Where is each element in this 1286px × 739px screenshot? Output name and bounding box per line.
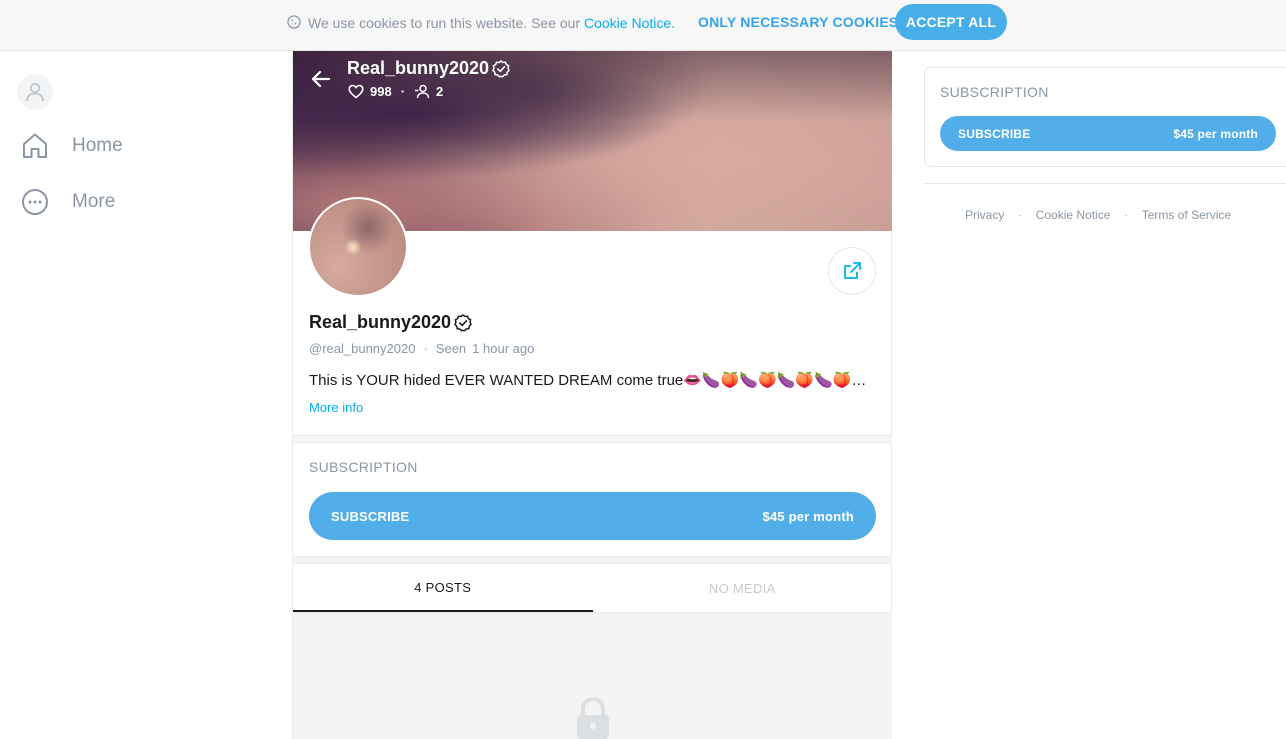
cover-stats: 998 · 2 xyxy=(348,84,443,99)
cookie-message-text: We use cookies to run this website. See … xyxy=(308,15,584,31)
cookie-notice-link[interactable]: Cookie Notice xyxy=(584,15,671,31)
more-icon xyxy=(22,189,48,215)
more-info-link[interactable]: More info xyxy=(309,400,363,415)
terms-of-service-link[interactable]: Terms of Service xyxy=(1142,208,1231,222)
cookie-notice-footer-link[interactable]: Cookie Notice xyxy=(1036,208,1111,222)
profile-column: Real_bunny2020 998 · 2 Real_bunny2020 @r… xyxy=(292,51,892,739)
subscribe-button[interactable]: SUBSCRIBE $45 per month xyxy=(309,492,876,540)
profile-name-text: Real_bunny2020 xyxy=(309,312,452,332)
profile-avatar[interactable] xyxy=(308,197,408,297)
section-divider xyxy=(293,556,892,564)
privacy-link[interactable]: Privacy xyxy=(965,208,1004,222)
cover-name-text: Real_bunny2020 xyxy=(347,58,490,78)
only-necessary-cookies-button[interactable]: ONLY NECESSARY COOKIES xyxy=(690,6,906,38)
lock-icon xyxy=(577,696,609,739)
subscription-title: SUBSCRIPTION xyxy=(309,459,418,475)
verified-icon xyxy=(492,59,510,78)
right-subscription-card: SUBSCRIPTION SUBSCRIBE $45 per month xyxy=(924,67,1286,167)
footer-separator: · xyxy=(1124,209,1128,221)
back-arrow-icon[interactable] xyxy=(309,67,333,91)
footer-links: Privacy · Cookie Notice · Terms of Servi… xyxy=(965,208,1231,222)
share-button[interactable] xyxy=(828,247,876,295)
home-icon xyxy=(23,133,47,158)
section-divider xyxy=(293,435,892,443)
right-subscription-title: SUBSCRIPTION xyxy=(940,84,1049,100)
profile-name: Real_bunny2020 xyxy=(309,312,473,333)
profile-bio: This is YOUR hided EVER WANTED DREAM com… xyxy=(309,372,869,389)
fans-count: 2 xyxy=(436,84,444,99)
sidebar-item-home[interactable]: Home xyxy=(20,131,123,161)
cookie-bar: We use cookies to run this website. See … xyxy=(0,0,1286,51)
user-avatar[interactable] xyxy=(17,74,53,110)
right-divider xyxy=(924,183,1286,184)
likes-count: 998 xyxy=(370,84,392,99)
meta-separator: · xyxy=(423,341,428,356)
accept-all-cookies-button[interactable]: ACCEPT ALL xyxy=(895,4,1007,40)
right-subscribe-button[interactable]: SUBSCRIBE $45 per month xyxy=(940,116,1276,151)
footer-separator: · xyxy=(1018,209,1022,221)
cookie-notice-link-suffix: . xyxy=(671,15,676,31)
right-subscribe-label: SUBSCRIBE xyxy=(958,126,1031,141)
cover-profile-name: Real_bunny2020 xyxy=(347,58,511,79)
verified-icon xyxy=(454,313,472,332)
heart-icon xyxy=(348,84,364,99)
tab-posts[interactable]: 4 POSTS xyxy=(293,564,593,612)
stats-separator: · xyxy=(400,84,406,99)
cookie-icon xyxy=(287,15,301,29)
content-tabs: 4 POSTS NO MEDIA xyxy=(293,564,892,613)
profile-handle: @real_bunny2020 xyxy=(309,341,416,356)
posts-locked-area xyxy=(293,613,892,739)
seen-label: Seen xyxy=(435,341,467,356)
tab-media[interactable]: NO MEDIA xyxy=(593,564,893,612)
seen-time: 1 hour ago xyxy=(472,341,535,356)
profile-meta: @real_bunny2020 · Seen 1 hour ago xyxy=(309,341,534,356)
fans-icon xyxy=(415,84,430,99)
share-icon xyxy=(844,262,861,279)
cookie-message: We use cookies to run this website. See … xyxy=(308,15,675,31)
subscribe-price: $45 per month xyxy=(762,508,854,524)
sidebar-item-label: More xyxy=(72,191,116,212)
right-subscribe-price: $45 per month xyxy=(1173,126,1258,141)
user-icon xyxy=(26,83,44,102)
sidebar-item-more[interactable]: More xyxy=(20,187,115,217)
sidebar-item-label: Home xyxy=(72,135,123,156)
subscribe-label: SUBSCRIBE xyxy=(331,508,410,524)
